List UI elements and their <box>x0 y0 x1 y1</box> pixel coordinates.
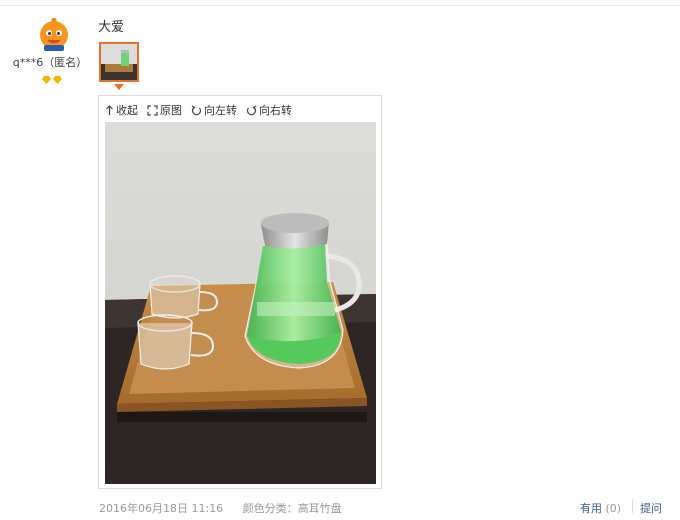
review-meta: 2016年06月18日 11:16 颜色分类：高耳竹盘 <box>99 500 358 516</box>
diamond-icon <box>53 73 62 84</box>
diamond-icon <box>42 73 51 84</box>
rotate-left-label: 向左转 <box>204 104 237 117</box>
top-divider <box>0 5 680 6</box>
orange-mascot-avatar-icon <box>36 15 72 51</box>
variant-info: 颜色分类：高耳竹盘 <box>242 502 342 515</box>
review-date: 2016年06月18日 11:16 <box>99 502 224 515</box>
rotate-right-button[interactable]: 向右转 <box>246 102 292 118</box>
expand-icon <box>147 104 158 116</box>
footer-divider <box>632 499 633 513</box>
helpful-count: (0) <box>605 502 622 515</box>
avatar <box>36 15 72 51</box>
helpful-label: 有用 <box>580 502 602 515</box>
photo-viewer: 收起 原图 向左转 向右转 <box>98 95 382 489</box>
rotate-right-icon <box>246 104 257 115</box>
rotate-right-label: 向右转 <box>259 104 292 117</box>
review-text: 大爱 <box>98 20 125 35</box>
thumbnail-pointer <box>114 84 124 90</box>
user-level-badges <box>42 73 68 84</box>
collapse-label: 收起 <box>116 104 138 117</box>
original-label: 原图 <box>160 104 182 117</box>
review-photo <box>105 122 376 484</box>
review-photo-thumbnail[interactable] <box>99 42 139 82</box>
rotate-left-button[interactable]: 向左转 <box>191 102 237 118</box>
ask-question-link[interactable]: 提问 <box>640 500 662 516</box>
rotate-left-icon <box>191 104 202 115</box>
collapse-button[interactable]: 收起 <box>105 102 138 118</box>
username: q***6（匿名） <box>12 56 88 69</box>
arrow-up-icon <box>106 104 113 115</box>
viewer-toolbar: 收起 原图 向左转 向右转 <box>105 102 301 118</box>
helpful-button[interactable]: 有用 (0) <box>580 500 621 516</box>
original-size-button[interactable]: 原图 <box>147 102 182 118</box>
